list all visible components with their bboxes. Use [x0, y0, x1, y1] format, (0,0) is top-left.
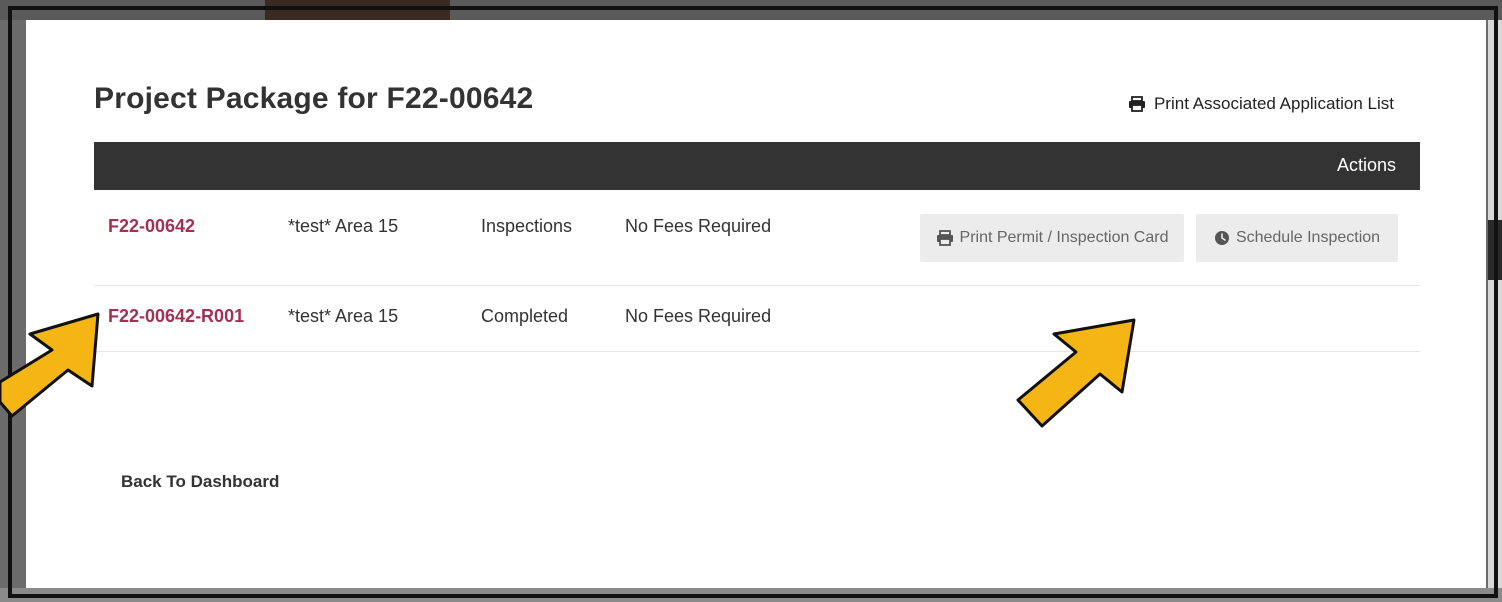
annotation-arrow-left	[0, 312, 100, 418]
printer-icon	[1128, 96, 1145, 112]
area-cell: *test* Area 15	[288, 306, 399, 326]
status-cell: Completed	[481, 306, 569, 326]
application-link[interactable]: F22-00642-R001	[108, 306, 244, 327]
back-to-dashboard-link[interactable]: Back To Dashboard	[121, 472, 279, 492]
print-permit-label: Print Permit / Inspection Card	[959, 229, 1169, 246]
table-header: Actions	[94, 142, 1420, 190]
project-package-modal: Project Package for F22-00642 Print Asso…	[26, 20, 1486, 588]
annotation-arrow-right	[1016, 318, 1136, 428]
printer-icon	[936, 230, 953, 246]
print-permit-button[interactable]: Print Permit / Inspection Card	[920, 214, 1184, 262]
table-row: F22-00642-R001 *test* Area 15 Completed …	[94, 286, 1420, 352]
fees-cell: No Fees Required	[625, 306, 772, 326]
actions-column-header: Actions	[1336, 155, 1396, 175]
print-associated-list-link[interactable]: Print Associated Application List	[1128, 94, 1394, 114]
page-title: Project Package for F22-00642	[94, 82, 534, 115]
status-cell: Inspections	[481, 216, 573, 236]
schedule-inspection-label: Schedule Inspection	[1235, 229, 1381, 246]
fees-cell: No Fees Required	[625, 216, 772, 236]
print-list-label: Print Associated Application List	[1153, 94, 1394, 113]
screenshot-page: Project Package for F22-00642 Print Asso…	[0, 0, 1502, 602]
clock-icon	[1214, 231, 1229, 245]
application-link[interactable]: F22-00642	[108, 216, 195, 237]
schedule-inspection-button[interactable]: Schedule Inspection	[1196, 214, 1398, 262]
area-cell: *test* Area 15	[288, 216, 399, 236]
table-row: F22-00642 *test* Area 15 Inspections No …	[94, 190, 1420, 286]
